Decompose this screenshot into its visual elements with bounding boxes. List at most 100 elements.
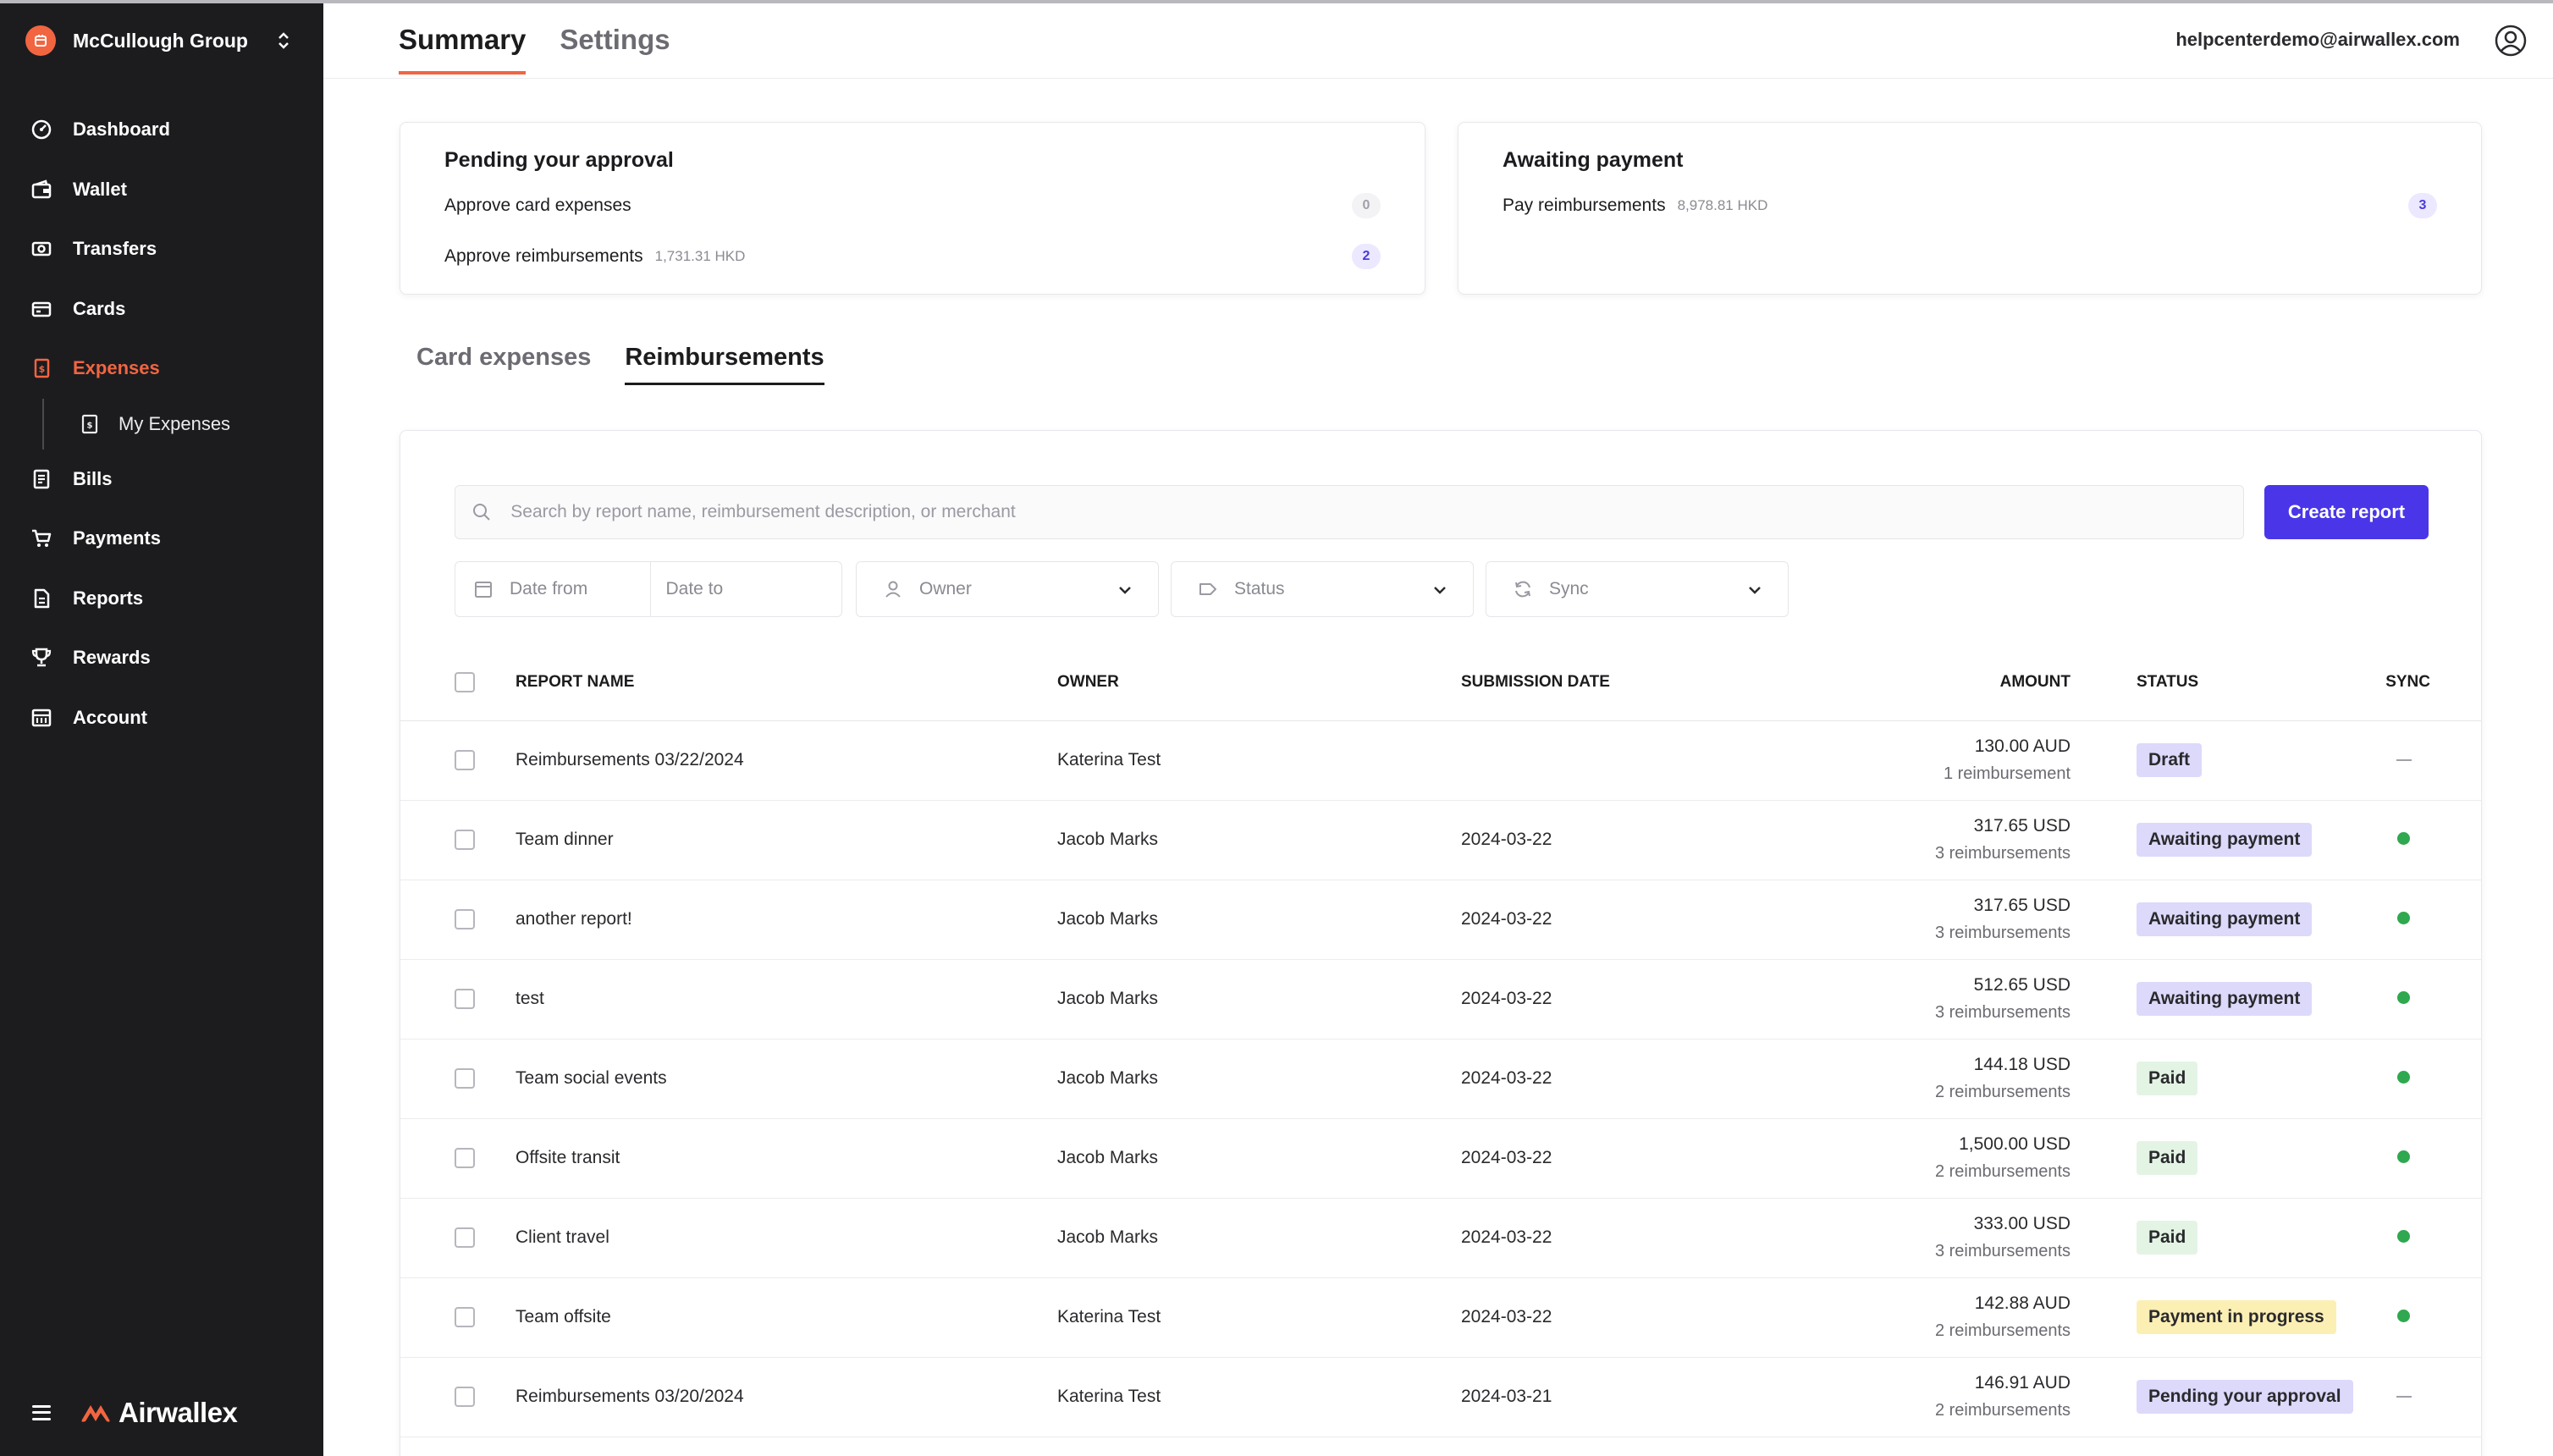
date-to-field[interactable]: Date to — [651, 562, 842, 616]
row-select-cell — [400, 720, 516, 801]
table-row[interactable]: Client travel Jacob Marks 2024-03-22 333.00… — [400, 1198, 2481, 1278]
report-name-cell[interactable]: Team dinner — [516, 800, 1057, 880]
date-from-placeholder: Date from — [510, 579, 588, 598]
row-select-cell — [400, 1357, 516, 1437]
table-row[interactable]: Team offsite Katerina Test 2024-03-22 142.8… — [400, 1277, 2481, 1358]
pay-reimbursements-row[interactable]: Pay reimbursements 8,978.81 HKD 3 — [1503, 190, 2437, 221]
tab-summary[interactable]: Summary — [399, 24, 527, 74]
sidebar-item-reports[interactable]: Reports — [0, 569, 323, 629]
table-row[interactable]: Team dinner Jacob Marks 2024-03-22 317.65 U… — [400, 800, 2481, 880]
amount-cell: 190.00 AUD — [1817, 1437, 2071, 1456]
row-checkbox[interactable] — [455, 750, 475, 771]
tab-settings[interactable]: Settings — [560, 24, 670, 74]
tab-reimbursements[interactable]: Reimbursements — [625, 344, 824, 385]
report-name-cell[interactable]: Offsite transit — [516, 1118, 1057, 1199]
menu-icon[interactable] — [32, 1404, 51, 1422]
sidebar-item-expenses[interactable]: $ Expenses — [0, 339, 323, 399]
owner-placeholder: Owner — [919, 579, 972, 598]
status-filter[interactable]: Status — [1171, 561, 1474, 617]
org-logo-icon — [25, 25, 56, 56]
owner-filter[interactable]: Owner — [856, 561, 1159, 617]
user-icon — [880, 576, 906, 602]
svg-text:$: $ — [39, 364, 46, 375]
row-select-cell — [400, 959, 516, 1040]
synced-dot-icon — [2397, 832, 2410, 845]
sidebar-item-transfers[interactable]: Transfers — [0, 219, 323, 279]
date-from-field[interactable]: Date from — [455, 562, 650, 616]
create-report-button[interactable]: Create report — [2264, 485, 2429, 539]
column-header-submission-date[interactable]: SUBMISSION DATE — [1461, 644, 1817, 721]
amount-value: 317.65 USD — [1973, 896, 2071, 915]
report-name-cell[interactable]: Client travel — [516, 1198, 1057, 1278]
report-name-cell[interactable]: another report! — [516, 880, 1057, 960]
sidebar-item-cards[interactable]: Cards — [0, 279, 323, 339]
column-header-amount[interactable]: AMOUNT — [1817, 644, 2071, 721]
main-tabs: Summary Settings — [399, 24, 704, 74]
column-header-status[interactable]: STATUS — [2071, 644, 2353, 721]
owner-cell: Jacob Marks — [1057, 800, 1461, 880]
search-input[interactable] — [510, 502, 2243, 522]
report-name-cell[interactable] — [516, 1437, 1057, 1456]
sidebar-item-my-expenses[interactable]: $ My Expenses — [0, 398, 323, 449]
table-row[interactable]: another report! Jacob Marks 2024-03-22 317.… — [400, 880, 2481, 960]
sidebar-item-payments[interactable]: Payments — [0, 509, 323, 569]
owner-cell: Katerina Test — [1057, 1277, 1461, 1358]
card-title: Pending your approval — [444, 148, 674, 172]
sidebar-item-wallet[interactable]: Wallet — [0, 160, 323, 220]
sidebar-item-label: Payments — [73, 527, 161, 549]
sidebar-item-rewards[interactable]: Rewards — [0, 628, 323, 688]
approve-reimbursements-row[interactable]: Approve reimbursements 1,731.31 HKD 2 — [444, 241, 1381, 272]
row-checkbox[interactable] — [455, 1387, 475, 1408]
submission-date-cell: 2024-03-22 — [1461, 959, 1817, 1040]
report-name-cell[interactable]: Reimbursements 03/20/2024 — [516, 1357, 1057, 1437]
tab-card-expenses[interactable]: Card expenses — [416, 344, 591, 385]
row-checkbox[interactable] — [455, 1068, 475, 1089]
chevron-down-icon — [1745, 581, 1764, 599]
amount-value: 130.00 AUD — [1974, 736, 2071, 756]
table-row[interactable]: test Jacob Marks 2024-03-22 512.65 USD 3 rei… — [400, 959, 2481, 1040]
table-row[interactable]: 190.00 AUD — [400, 1437, 2481, 1456]
table-row[interactable]: Team social events Jacob Marks 2024-03-22 1… — [400, 1039, 2481, 1119]
chevron-up-down-icon[interactable] — [271, 28, 296, 53]
sync-filter[interactable]: Sync — [1486, 561, 1789, 617]
column-header-sync[interactable]: SYNC — [2352, 644, 2481, 721]
sidebar-item-dashboard[interactable]: Dashboard — [0, 100, 323, 160]
sidebar-item-bills[interactable]: Bills — [0, 449, 323, 510]
table-row[interactable]: Reimbursements 03/22/2024 Katerina Test 13… — [400, 720, 2481, 801]
row-checkbox[interactable] — [455, 989, 475, 1010]
bank-icon — [29, 705, 54, 731]
select-all-checkbox[interactable] — [455, 671, 475, 692]
approve-card-expenses-row[interactable]: Approve card expenses 0 — [444, 190, 1381, 221]
report-name-cell[interactable]: Team offsite — [516, 1277, 1057, 1358]
column-header-owner[interactable]: OWNER — [1057, 644, 1461, 721]
window-top-border — [0, 0, 2553, 3]
calendar-icon — [471, 576, 496, 602]
expense-subtabs: Card expenses Reimbursements — [416, 344, 858, 385]
submission-date-cell: 2024-03-22 — [1461, 1198, 1817, 1278]
header-divider — [323, 78, 2553, 79]
sidebar: McCullough Group Dashboard Wallet Transf… — [0, 0, 323, 1456]
row-select-cell — [400, 880, 516, 960]
report-name-cell[interactable]: test — [516, 959, 1057, 1040]
column-header-report-name[interactable]: REPORT NAME — [516, 644, 1057, 721]
status-cell: Draft — [2071, 720, 2353, 801]
status-badge: Paid — [2137, 1062, 2198, 1095]
user-avatar-icon[interactable] — [2494, 24, 2528, 58]
sync-cell — [2352, 720, 2481, 801]
row-checkbox[interactable] — [455, 830, 475, 851]
row-checkbox[interactable] — [455, 1227, 475, 1249]
report-name-cell[interactable]: Team social events — [516, 1039, 1057, 1119]
submission-date-cell — [1461, 720, 1817, 801]
sidebar-item-label: Account — [73, 706, 147, 728]
org-switcher[interactable]: McCullough Group — [25, 24, 296, 58]
row-checkbox[interactable] — [455, 909, 475, 930]
table-row[interactable]: Reimbursements 03/20/2024 Katerina Test 20… — [400, 1357, 2481, 1437]
report-name-cell[interactable]: Reimbursements 03/22/2024 — [516, 720, 1057, 801]
row-checkbox[interactable] — [455, 1307, 475, 1328]
owner-cell: Jacob Marks — [1057, 959, 1461, 1040]
sidebar-nav: Dashboard Wallet Transfers Cards $ Expen… — [0, 100, 323, 747]
row-checkbox[interactable] — [455, 1148, 475, 1169]
receipt-icon: $ — [80, 411, 100, 437]
sidebar-item-account[interactable]: Account — [0, 688, 323, 748]
table-row[interactable]: Offsite transit Jacob Marks 2024-03-22 1,50… — [400, 1118, 2481, 1199]
